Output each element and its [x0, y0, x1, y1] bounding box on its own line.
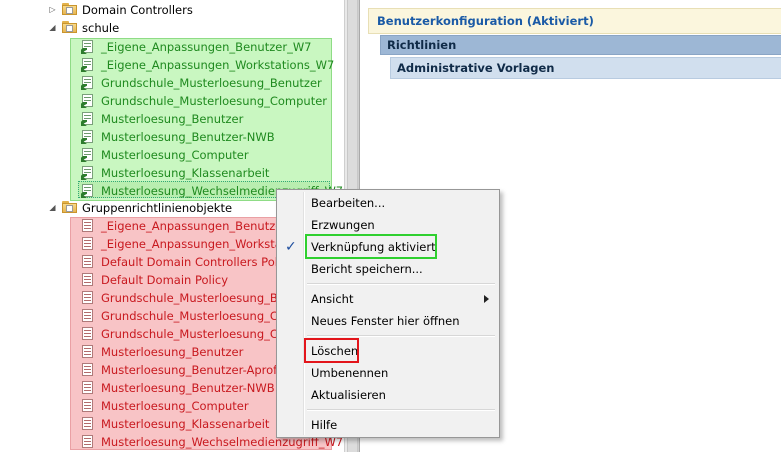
gpo-object-icon — [81, 219, 94, 233]
gpo-object-icon — [81, 345, 94, 359]
menu-item-refresh[interactable]: Aktualisieren — [279, 385, 497, 405]
gpo-link-icon — [81, 58, 94, 72]
linked-gpo-label: _Eigene_Anpassungen_Workstations_W7 — [101, 58, 335, 72]
menu-item-rename[interactable]: Umbenennen — [279, 363, 497, 383]
gpo-object-icon — [81, 273, 94, 287]
linked-gpo-label: Grundschule_Musterloesung_Benutzer — [101, 76, 322, 90]
menu-item-edit[interactable]: Bearbeiten... — [279, 193, 497, 213]
linked-gpo-label: _Eigene_Anpassungen_Benutzer_W7 — [101, 40, 312, 54]
gpo-object-icon — [81, 327, 94, 341]
gpo-object-icon — [81, 435, 94, 449]
collapse-arrow-icon[interactable]: ◢ — [48, 203, 57, 212]
menu-item-new-window[interactable]: Neues Fenster hier öffnen — [279, 311, 497, 331]
checkmark-icon: ✓ — [285, 239, 297, 255]
tree-node-label: Domain Controllers — [82, 3, 193, 17]
linked-gpo-item[interactable]: _Eigene_Anpassungen_Workstations_W7 — [0, 56, 340, 74]
annotation-green-box — [305, 234, 437, 259]
gpo-object-icon — [81, 309, 94, 323]
collapse-arrow-icon[interactable]: ◢ — [48, 23, 57, 32]
ou-folder-icon — [62, 3, 77, 15]
menu-item-enforced[interactable]: Erzwungen — [279, 215, 497, 235]
gpo-link-icon — [81, 40, 94, 54]
gpo-link-icon — [81, 166, 94, 180]
tree-node-domain-controllers[interactable]: ▷ Domain Controllers — [0, 1, 340, 19]
gpo-object-label: Default Domain Controllers Policy — [101, 255, 295, 269]
gpo-object-label: Musterloesung_Benutzer-Aprof — [101, 363, 278, 377]
gpo-link-icon — [81, 130, 94, 144]
linked-gpo-item[interactable]: _Eigene_Anpassungen_Benutzer_W7 — [0, 38, 340, 56]
tree-node-schule[interactable]: ◢ schule — [0, 19, 340, 37]
linked-gpo-label: Grundschule_Musterloesung_Computer — [101, 94, 328, 108]
linked-gpo-label: Musterloesung_Benutzer — [101, 112, 244, 126]
gpo-link-icon — [81, 112, 94, 126]
admin-templates-section[interactable]: Administrative Vorlagen — [390, 57, 781, 79]
menu-item-view[interactable]: Ansicht — [279, 289, 497, 309]
linked-gpo-item[interactable]: Musterloesung_Benutzer-NWB — [0, 128, 340, 146]
user-config-header[interactable]: Benutzerkonfiguration (Aktiviert) — [368, 8, 781, 34]
tree-node-label: Gruppenrichtlinienobjekte — [82, 201, 233, 215]
linked-gpo-label: Musterloesung_Benutzer-NWB — [101, 130, 275, 144]
linked-gpo-label: Musterloesung_Computer — [101, 148, 249, 162]
tree-node-label: schule — [82, 21, 120, 35]
menu-item-save-report[interactable]: Bericht speichern... — [279, 259, 497, 279]
gpo-link-icon — [81, 94, 94, 108]
gpo-object-icon — [81, 399, 94, 413]
linked-gpo-item[interactable]: Musterloesung_Benutzer — [0, 110, 340, 128]
gpo-object-icon — [81, 291, 94, 305]
gpo-object-icon — [81, 363, 94, 377]
gpo-object-icon — [81, 381, 94, 395]
gpo-folder-icon — [62, 201, 77, 213]
gpo-object-icon — [81, 237, 94, 251]
linked-gpo-item[interactable]: Musterloesung_Klassenarbeit — [0, 164, 340, 182]
menu-separator — [307, 409, 495, 411]
gpo-link-icon — [81, 148, 94, 162]
submenu-arrow-icon — [484, 295, 489, 303]
gpo-object-label: Musterloesung_Klassenarbeit — [101, 417, 270, 431]
menu-separator — [307, 283, 495, 285]
gpo-object-label: Musterloesung_Benutzer-NWB — [101, 381, 275, 395]
linked-gpo-label: Musterloesung_Klassenarbeit — [101, 166, 270, 180]
context-menu: Bearbeiten... Erzwungen ✓ Verknüpfung ak… — [276, 189, 500, 438]
gpo-object-label: Default Domain Policy — [101, 273, 229, 287]
gpo-object-icon — [81, 255, 94, 269]
gpo-object-label: Musterloesung_Benutzer — [101, 345, 244, 359]
linked-gpo-item[interactable]: Musterloesung_Computer — [0, 146, 340, 164]
policies-section[interactable]: Richtlinien — [380, 35, 781, 55]
linked-gpo-item[interactable]: Grundschule_Musterloesung_Benutzer — [0, 74, 340, 92]
gpo-object-icon — [81, 417, 94, 431]
ou-folder-icon — [62, 21, 77, 33]
menu-separator — [307, 335, 495, 337]
expand-arrow-icon[interactable]: ▷ — [48, 5, 57, 14]
linked-gpo-item[interactable]: Grundschule_Musterloesung_Computer — [0, 92, 340, 110]
gpo-object-label: Musterloesung_Computer — [101, 399, 249, 413]
gpo-link-icon — [81, 76, 94, 90]
annotation-red-box — [304, 338, 359, 363]
menu-item-help[interactable]: Hilfe — [279, 415, 497, 435]
gpo-link-icon — [81, 184, 94, 198]
